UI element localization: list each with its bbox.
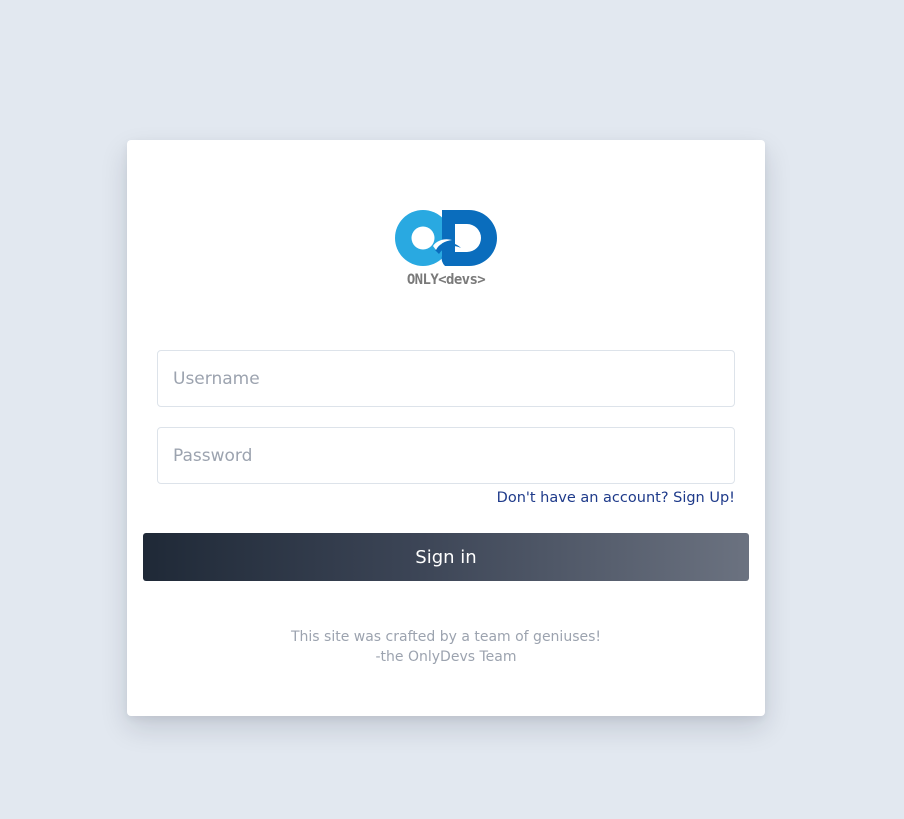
footer: This site was crafted by a team of geniu… (127, 627, 765, 667)
onlydevs-logo-icon (395, 210, 497, 266)
username-input[interactable] (157, 350, 735, 407)
login-card: ONLY<devs> Don't have an account? Sign U… (127, 140, 765, 716)
onlydevs-logo: ONLY<devs> (395, 210, 497, 292)
footer-tagline: This site was crafted by a team of geniu… (290, 629, 602, 645)
sign-in-button[interactable]: Sign in (143, 533, 749, 581)
password-input[interactable] (157, 427, 735, 484)
logo-wordmark: ONLY<devs> (406, 272, 486, 288)
footer-signature: -the OnlyDevs Team (375, 649, 517, 665)
signup-link[interactable]: Don't have an account? Sign Up! (497, 490, 735, 506)
